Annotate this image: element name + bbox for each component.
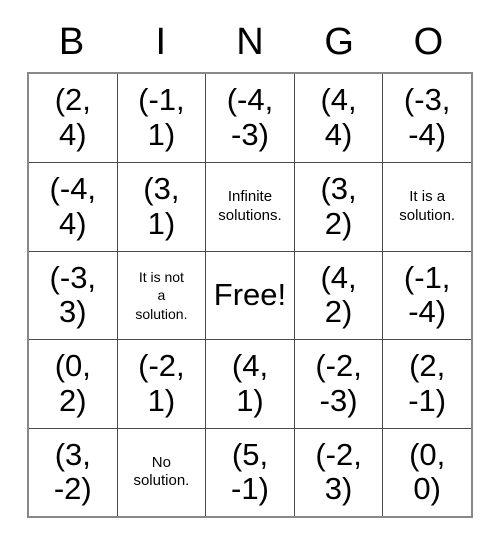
bingo-row: (0, 2) (-2, 1) (4, 1) (-2, -3) (2, -1) <box>29 339 471 428</box>
bingo-cell-text: No solution. <box>133 453 190 490</box>
bingo-cell[interactable]: (-1, -4) <box>382 250 471 340</box>
bingo-cell[interactable]: (-4, 4) <box>29 162 117 251</box>
bingo-cell-text: (-3, -4) <box>403 82 451 153</box>
bingo-row: (3, -2) No solution. (5, -1) (-2, 3) (0,… <box>29 427 471 516</box>
bingo-cell-text: (0, 0) <box>409 436 446 507</box>
bingo-cell[interactable]: Infinite solutions. <box>205 162 294 251</box>
bingo-cell-text: Infinite solutions. <box>218 188 282 225</box>
bingo-grid: (2, 4) (-1, 1) (-4, -3) (4, 4) (-3, -4) … <box>27 72 473 518</box>
bingo-cell[interactable]: (3, 1) <box>116 162 206 251</box>
bingo-cell-text: (3, -2) <box>53 436 92 507</box>
bingo-cell-text: (2, 4) <box>54 82 91 153</box>
bingo-card: B I N G O (2, 4) (-1, 1) (-4, -3) (4, 4)… <box>27 12 473 518</box>
bingo-cell[interactable]: (2, 4) <box>29 74 117 163</box>
bingo-cell-text: (4, 2) <box>320 259 357 330</box>
bingo-cell-text: (4, 1) <box>231 348 269 418</box>
bingo-cell[interactable]: (-2, -3) <box>293 339 383 428</box>
bingo-cell[interactable]: It is not a solution. <box>116 250 206 340</box>
bingo-cell[interactable]: (-3, -4) <box>382 74 471 163</box>
bingo-cell-text: (2, -1) <box>408 348 447 418</box>
bingo-cell-text: (4, 4) <box>320 82 357 153</box>
bingo-row: (-3, 3) It is not a solution. Free! (4, … <box>29 250 471 340</box>
bingo-cell[interactable]: (4, 1) <box>205 339 294 428</box>
bingo-cell-text: (-4, 4) <box>49 171 97 242</box>
bingo-cell[interactable]: (4, 4) <box>293 74 383 163</box>
bingo-cell[interactable]: (2, -1) <box>382 339 471 428</box>
bingo-cell[interactable]: (4, 2) <box>293 250 383 340</box>
bingo-cell-text: It is not a solution. <box>135 269 188 322</box>
bingo-header-letter-b: B <box>58 21 85 63</box>
bingo-cell-text: It is a solution. <box>399 188 456 225</box>
bingo-cell[interactable]: (-1, 1) <box>116 74 206 163</box>
bingo-header-letter-i: I <box>155 21 167 63</box>
bingo-cell-text: (5, -1) <box>231 436 269 507</box>
bingo-header-row: B I N G O <box>27 12 473 72</box>
bingo-header-letter-g: G <box>324 21 354 63</box>
bingo-cell[interactable]: (-3, 3) <box>29 250 117 340</box>
bingo-cell-text: Free! <box>213 277 287 313</box>
bingo-cell[interactable]: (-2, 1) <box>116 339 206 428</box>
bingo-cell-text: (-4, -3) <box>226 82 274 153</box>
bingo-cell-text: (-1, -4) <box>403 259 451 330</box>
bingo-cell-text: (3, 2) <box>320 171 357 242</box>
bingo-cell[interactable]: It is a solution. <box>382 162 471 251</box>
bingo-cell[interactable]: (5, -1) <box>205 427 294 516</box>
bingo-row: (2, 4) (-1, 1) (-4, -3) (4, 4) (-3, -4) <box>29 74 471 163</box>
bingo-cell-text: (-2, 1) <box>138 348 185 418</box>
bingo-header-letter-o: O <box>413 21 444 63</box>
bingo-cell[interactable]: (3, 2) <box>293 162 383 251</box>
bingo-cell-text: (0, 2) <box>54 348 91 418</box>
bingo-cell-text: (-3, 3) <box>49 259 97 330</box>
bingo-header-letter-n: N <box>236 21 264 63</box>
bingo-cell-text: (-2, 3) <box>315 436 362 507</box>
bingo-cell[interactable]: (-4, -3) <box>205 74 294 163</box>
bingo-row: (-4, 4) (3, 1) Infinite solutions. (3, 2… <box>29 162 471 251</box>
bingo-cell[interactable]: (0, 2) <box>29 339 117 428</box>
bingo-cell[interactable]: (0, 0) <box>382 427 471 516</box>
bingo-cell-text: (-1, 1) <box>138 82 185 153</box>
bingo-cell-free[interactable]: Free! <box>205 250 294 340</box>
bingo-cell[interactable]: No solution. <box>116 427 206 516</box>
bingo-cell[interactable]: (3, -2) <box>29 427 117 516</box>
bingo-cell[interactable]: (-2, 3) <box>293 427 383 516</box>
bingo-cell-text: (-2, -3) <box>315 348 362 418</box>
bingo-cell-text: (3, 1) <box>143 171 180 242</box>
